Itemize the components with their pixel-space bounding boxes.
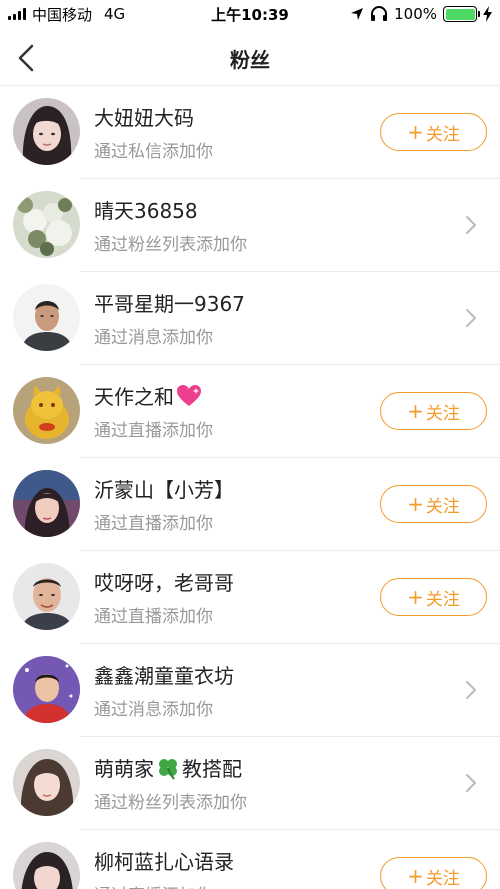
follower-name: 晴天36858: [94, 199, 198, 223]
follower-name-part2: 教搭配: [182, 757, 242, 781]
list-item[interactable]: 大妞妞大码 通过私信添加你 + 关注: [0, 86, 500, 179]
list-item[interactable]: 哎呀呀，老哥哥 通过直播添加你 + 关注: [0, 551, 500, 644]
plus-icon: +: [407, 492, 424, 516]
follower-source: 通过私信添加你: [94, 142, 213, 162]
sparkling-heart-icon: [177, 385, 201, 406]
follower-name: 天作之和: [94, 381, 202, 410]
avatar[interactable]: [13, 284, 80, 351]
plus-icon: +: [407, 399, 424, 423]
avatar[interactable]: [13, 749, 80, 816]
avatar[interactable]: [13, 191, 80, 258]
chevron-right-icon: [466, 774, 476, 792]
follow-button[interactable]: + 关注: [380, 392, 487, 430]
follower-source: 通过直播添加你: [94, 607, 213, 627]
follow-button[interactable]: + 关注: [380, 857, 487, 889]
chevron-right-icon: [466, 681, 476, 699]
list-item[interactable]: 平哥星期一9367 通过消息添加你: [0, 272, 500, 365]
avatar[interactable]: [13, 842, 80, 889]
navigation-bar: 粉丝: [0, 30, 500, 86]
charging-bolt-icon: [483, 6, 492, 22]
follower-name: 哎呀呀，老哥哥: [94, 571, 234, 595]
follower-name: 平哥星期一9367: [94, 292, 245, 316]
list-item[interactable]: 鑫鑫潮童童衣坊 通过消息添加你: [0, 644, 500, 737]
follow-button[interactable]: + 关注: [380, 113, 487, 151]
follower-name-text: 天作之和: [94, 385, 174, 409]
plus-icon: +: [407, 585, 424, 609]
headphones-icon: [371, 6, 388, 21]
avatar[interactable]: [13, 377, 80, 444]
list-item[interactable]: 柳柯蓝扎心语录 通过直播添加你 + 关注: [0, 830, 500, 889]
follow-button[interactable]: + 关注: [380, 578, 487, 616]
avatar[interactable]: [13, 656, 80, 723]
plus-icon: +: [407, 864, 424, 888]
follower-name: 萌萌家 教搭配: [94, 753, 242, 782]
battery-percent: 100%: [394, 5, 437, 23]
avatar[interactable]: [13, 563, 80, 630]
follower-source: 通过直播添加你: [94, 421, 213, 441]
follower-source: 通过直播添加你: [94, 881, 213, 889]
follower-name: 沂蒙山【小芳】: [94, 478, 234, 502]
avatar[interactable]: [13, 470, 80, 537]
chevron-right-icon: [466, 309, 476, 327]
chevron-right-icon: [466, 216, 476, 234]
location-arrow-icon: [351, 8, 364, 20]
follow-label: 关注: [425, 589, 460, 610]
status-bar: 中国移动 4G 上午10:39 100%: [0, 0, 500, 30]
follower-source: 通过粉丝列表添加你: [94, 235, 247, 255]
list-item[interactable]: 晴天36858 通过粉丝列表添加你: [0, 179, 500, 272]
status-right: 100%: [350, 4, 492, 24]
follower-name: 鑫鑫潮童童衣坊: [94, 664, 234, 688]
page-title: 粉丝: [230, 48, 270, 72]
follower-source: 通过粉丝列表添加你: [94, 793, 247, 813]
follow-label: 关注: [425, 403, 460, 424]
follower-source: 通过直播添加你: [94, 514, 213, 534]
follow-button[interactable]: + 关注: [380, 485, 487, 523]
follower-list: 大妞妞大码 通过私信添加你 + 关注 晴天36858 通过粉丝列表添加你 平哥星…: [0, 86, 500, 889]
follower-name: 大妞妞大码: [94, 106, 194, 130]
list-item[interactable]: 沂蒙山【小芳】 通过直播添加你 + 关注: [0, 458, 500, 551]
clover-icon: [159, 759, 177, 780]
follower-source: 通过消息添加你: [94, 700, 213, 720]
follow-label: 关注: [425, 496, 460, 517]
follow-label: 关注: [425, 868, 460, 889]
plus-icon: +: [407, 120, 424, 144]
follower-name: 柳柯蓝扎心语录: [94, 850, 234, 874]
follower-name-part1: 萌萌家: [94, 757, 154, 781]
follower-source: 通过消息添加你: [94, 328, 213, 348]
list-item[interactable]: 萌萌家 教搭配 通过粉丝列表添加你: [0, 737, 500, 830]
battery-icon: [443, 6, 480, 22]
list-item[interactable]: 天作之和 通过直播添加你 + 关注: [0, 365, 500, 458]
avatar[interactable]: [13, 98, 80, 165]
follow-label: 关注: [425, 124, 460, 145]
